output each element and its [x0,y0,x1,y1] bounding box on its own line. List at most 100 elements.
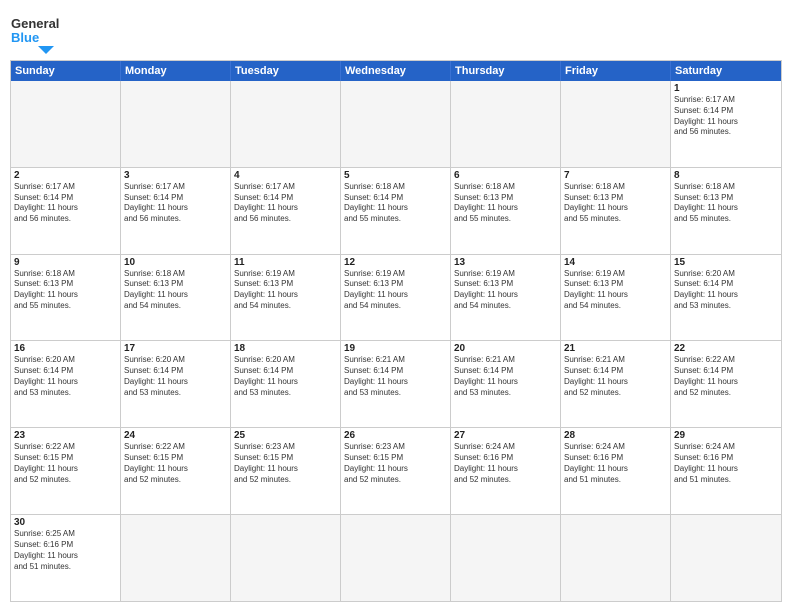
calendar-cell [451,515,561,601]
day-info: Sunrise: 6:20 AM Sunset: 6:14 PM Dayligh… [234,355,337,398]
calendar-cell: 30Sunrise: 6:25 AM Sunset: 6:16 PM Dayli… [11,515,121,601]
day-number: 15 [674,257,778,268]
day-number: 1 [674,83,778,94]
calendar-cell: 8Sunrise: 6:18 AM Sunset: 6:13 PM Daylig… [671,168,781,254]
day-number: 17 [124,343,227,354]
calendar-cell: 6Sunrise: 6:18 AM Sunset: 6:13 PM Daylig… [451,168,561,254]
day-number: 3 [124,170,227,181]
calendar-cell: 11Sunrise: 6:19 AM Sunset: 6:13 PM Dayli… [231,255,341,341]
day-info: Sunrise: 6:24 AM Sunset: 6:16 PM Dayligh… [454,442,557,485]
day-info: Sunrise: 6:18 AM Sunset: 6:14 PM Dayligh… [344,182,447,225]
day-header-thursday: Thursday [451,61,561,81]
calendar-row-5: 30Sunrise: 6:25 AM Sunset: 6:16 PM Dayli… [11,515,781,601]
page: General Blue SundayMondayTuesdayWednesda… [0,0,792,612]
day-info: Sunrise: 6:20 AM Sunset: 6:14 PM Dayligh… [674,269,778,312]
day-number: 28 [564,430,667,441]
calendar-cell [121,515,231,601]
day-number: 23 [14,430,117,441]
calendar-cell: 1Sunrise: 6:17 AM Sunset: 6:14 PM Daylig… [671,81,781,167]
calendar-cell: 19Sunrise: 6:21 AM Sunset: 6:14 PM Dayli… [341,341,451,427]
day-header-tuesday: Tuesday [231,61,341,81]
calendar-cell [121,81,231,167]
calendar-cell: 28Sunrise: 6:24 AM Sunset: 6:16 PM Dayli… [561,428,671,514]
day-number: 27 [454,430,557,441]
day-info: Sunrise: 6:17 AM Sunset: 6:14 PM Dayligh… [124,182,227,225]
calendar-cell: 4Sunrise: 6:17 AM Sunset: 6:14 PM Daylig… [231,168,341,254]
day-number: 10 [124,257,227,268]
calendar-cell: 26Sunrise: 6:23 AM Sunset: 6:15 PM Dayli… [341,428,451,514]
calendar-cell [561,515,671,601]
calendar-cell: 22Sunrise: 6:22 AM Sunset: 6:14 PM Dayli… [671,341,781,427]
calendar-cell: 21Sunrise: 6:21 AM Sunset: 6:14 PM Dayli… [561,341,671,427]
day-number: 30 [14,517,117,528]
calendar-body: 1Sunrise: 6:17 AM Sunset: 6:14 PM Daylig… [11,81,781,601]
calendar-cell: 27Sunrise: 6:24 AM Sunset: 6:16 PM Dayli… [451,428,561,514]
calendar-cell: 17Sunrise: 6:20 AM Sunset: 6:14 PM Dayli… [121,341,231,427]
day-number: 4 [234,170,337,181]
day-number: 16 [14,343,117,354]
day-number: 6 [454,170,557,181]
calendar-cell [341,515,451,601]
calendar-cell: 14Sunrise: 6:19 AM Sunset: 6:13 PM Dayli… [561,255,671,341]
calendar-row-4: 23Sunrise: 6:22 AM Sunset: 6:15 PM Dayli… [11,428,781,515]
calendar-cell: 2Sunrise: 6:17 AM Sunset: 6:14 PM Daylig… [11,168,121,254]
calendar-cell [451,81,561,167]
general-blue-logo-icon: General Blue [10,10,62,54]
day-info: Sunrise: 6:21 AM Sunset: 6:14 PM Dayligh… [454,355,557,398]
calendar-cell [231,515,341,601]
logo-area: General Blue [10,10,62,54]
day-info: Sunrise: 6:24 AM Sunset: 6:16 PM Dayligh… [674,442,778,485]
day-header-monday: Monday [121,61,231,81]
day-info: Sunrise: 6:18 AM Sunset: 6:13 PM Dayligh… [14,269,117,312]
calendar-cell: 9Sunrise: 6:18 AM Sunset: 6:13 PM Daylig… [11,255,121,341]
calendar-cell [231,81,341,167]
day-info: Sunrise: 6:18 AM Sunset: 6:13 PM Dayligh… [454,182,557,225]
day-info: Sunrise: 6:23 AM Sunset: 6:15 PM Dayligh… [344,442,447,485]
day-number: 19 [344,343,447,354]
day-info: Sunrise: 6:21 AM Sunset: 6:14 PM Dayligh… [344,355,447,398]
day-info: Sunrise: 6:22 AM Sunset: 6:14 PM Dayligh… [674,355,778,398]
svg-text:General: General [11,16,59,31]
calendar-cell [341,81,451,167]
day-info: Sunrise: 6:17 AM Sunset: 6:14 PM Dayligh… [14,182,117,225]
day-header-wednesday: Wednesday [341,61,451,81]
day-info: Sunrise: 6:17 AM Sunset: 6:14 PM Dayligh… [674,95,778,138]
day-info: Sunrise: 6:19 AM Sunset: 6:13 PM Dayligh… [454,269,557,312]
day-number: 24 [124,430,227,441]
day-number: 29 [674,430,778,441]
day-number: 2 [14,170,117,181]
day-info: Sunrise: 6:19 AM Sunset: 6:13 PM Dayligh… [564,269,667,312]
calendar-cell: 3Sunrise: 6:17 AM Sunset: 6:14 PM Daylig… [121,168,231,254]
day-header-friday: Friday [561,61,671,81]
day-info: Sunrise: 6:18 AM Sunset: 6:13 PM Dayligh… [124,269,227,312]
day-header-saturday: Saturday [671,61,781,81]
calendar-cell [561,81,671,167]
calendar-cell: 5Sunrise: 6:18 AM Sunset: 6:14 PM Daylig… [341,168,451,254]
calendar-cell: 20Sunrise: 6:21 AM Sunset: 6:14 PM Dayli… [451,341,561,427]
calendar-cell: 24Sunrise: 6:22 AM Sunset: 6:15 PM Dayli… [121,428,231,514]
calendar-row-2: 9Sunrise: 6:18 AM Sunset: 6:13 PM Daylig… [11,255,781,342]
calendar-cell: 12Sunrise: 6:19 AM Sunset: 6:13 PM Dayli… [341,255,451,341]
day-info: Sunrise: 6:25 AM Sunset: 6:16 PM Dayligh… [14,529,117,572]
calendar-cell: 18Sunrise: 6:20 AM Sunset: 6:14 PM Dayli… [231,341,341,427]
day-info: Sunrise: 6:20 AM Sunset: 6:14 PM Dayligh… [124,355,227,398]
day-header-sunday: Sunday [11,61,121,81]
day-info: Sunrise: 6:22 AM Sunset: 6:15 PM Dayligh… [14,442,117,485]
day-number: 18 [234,343,337,354]
day-info: Sunrise: 6:21 AM Sunset: 6:14 PM Dayligh… [564,355,667,398]
calendar-cell: 16Sunrise: 6:20 AM Sunset: 6:14 PM Dayli… [11,341,121,427]
calendar-cell: 23Sunrise: 6:22 AM Sunset: 6:15 PM Dayli… [11,428,121,514]
svg-text:Blue: Blue [11,30,39,45]
day-number: 26 [344,430,447,441]
day-info: Sunrise: 6:20 AM Sunset: 6:14 PM Dayligh… [14,355,117,398]
calendar-row-3: 16Sunrise: 6:20 AM Sunset: 6:14 PM Dayli… [11,341,781,428]
day-number: 7 [564,170,667,181]
calendar-cell: 15Sunrise: 6:20 AM Sunset: 6:14 PM Dayli… [671,255,781,341]
day-number: 13 [454,257,557,268]
day-number: 25 [234,430,337,441]
calendar-cell: 29Sunrise: 6:24 AM Sunset: 6:16 PM Dayli… [671,428,781,514]
day-number: 5 [344,170,447,181]
day-info: Sunrise: 6:17 AM Sunset: 6:14 PM Dayligh… [234,182,337,225]
day-number: 14 [564,257,667,268]
calendar-cell: 10Sunrise: 6:18 AM Sunset: 6:13 PM Dayli… [121,255,231,341]
